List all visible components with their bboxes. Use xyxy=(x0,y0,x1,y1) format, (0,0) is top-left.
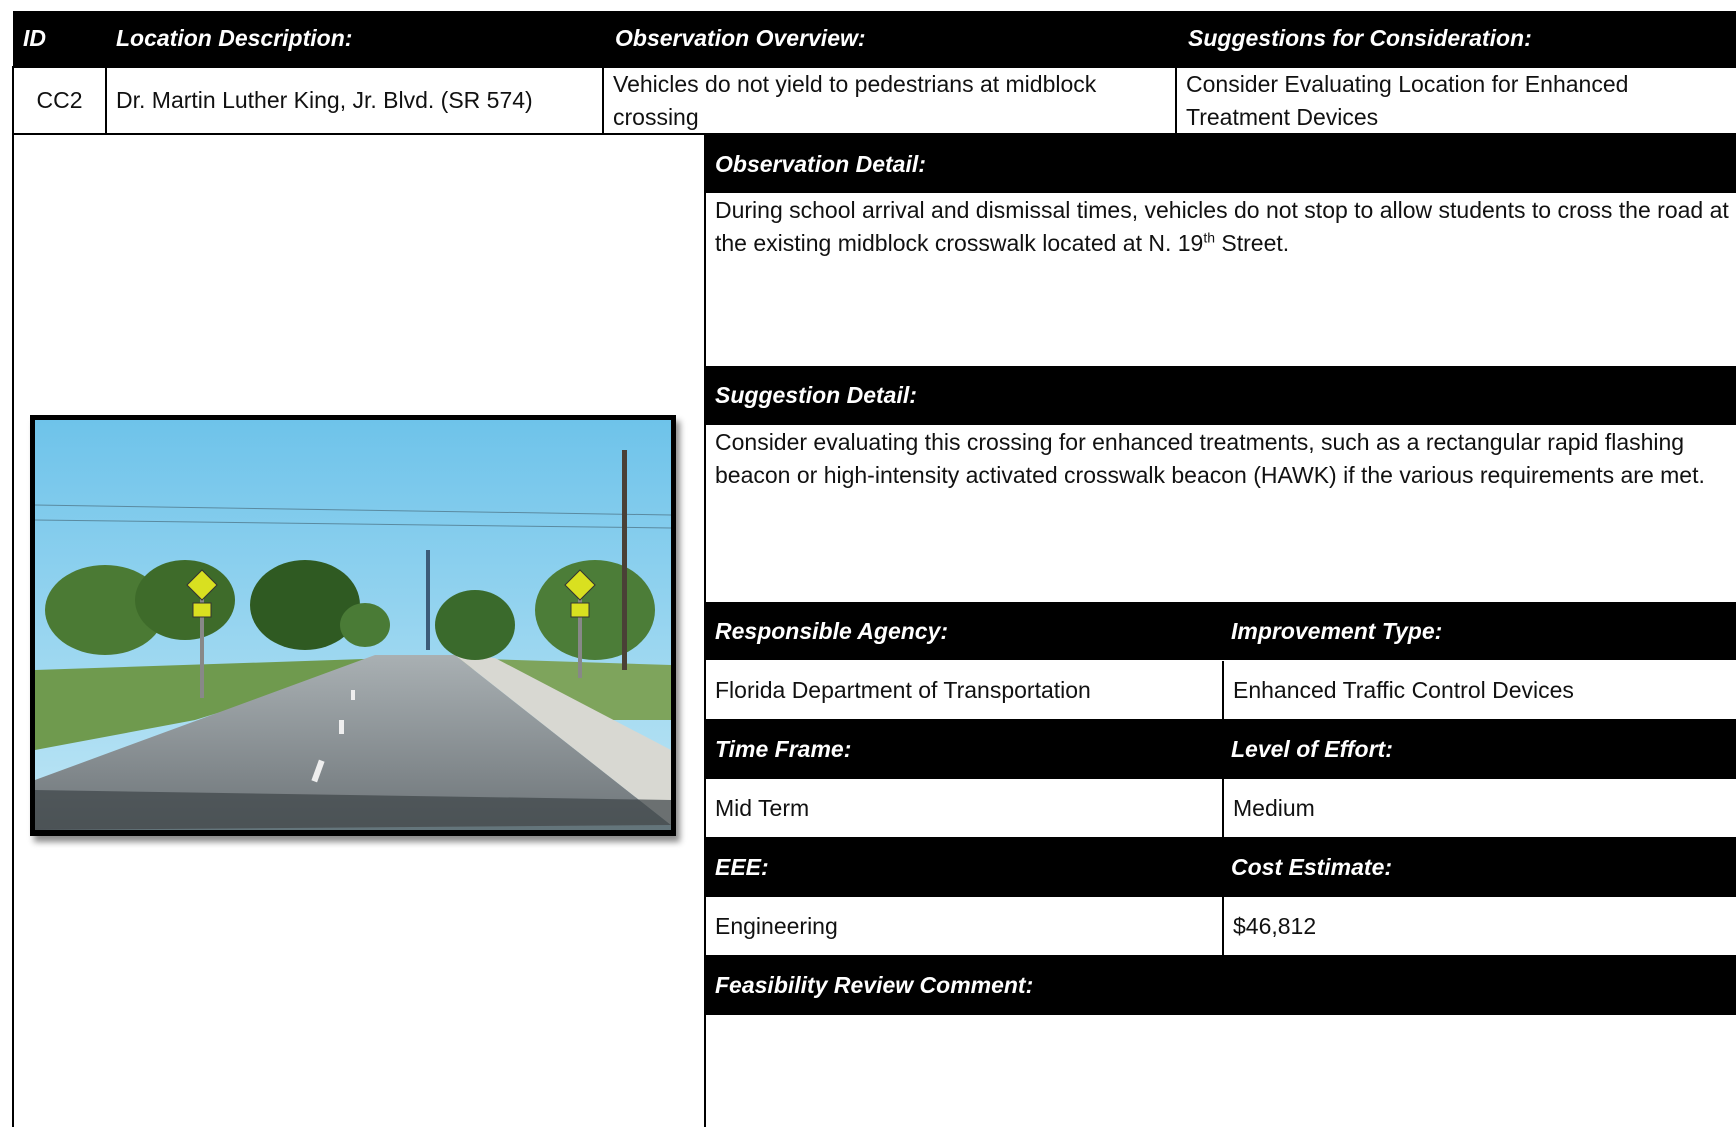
eee-header: EEE: xyxy=(706,837,1222,897)
time-frame-value: Mid Term xyxy=(715,794,810,821)
row-suggestion: Consider Evaluating Location for Enhance… xyxy=(1186,71,1629,130)
observation-detail-header: Observation Detail: xyxy=(706,135,1736,193)
header-suggestions: Suggestions for Consideration: xyxy=(1188,25,1532,51)
header-location: Location Description: xyxy=(116,25,353,51)
row-overview: Vehicles do not yield to pedestrians at … xyxy=(613,71,1097,130)
cell-divider xyxy=(1222,779,1224,837)
level-of-effort-value: Medium xyxy=(1233,794,1315,821)
header-overview: Observation Overview: xyxy=(615,25,866,51)
level-of-effort-header: Level of Effort: xyxy=(1222,719,1736,779)
row-location: Dr. Martin Luther King, Jr. Blvd. (SR 57… xyxy=(116,87,533,113)
cost-estimate-header: Cost Estimate: xyxy=(1222,837,1736,897)
feasibility-review-value xyxy=(706,1015,1736,1127)
cell-divider xyxy=(1222,897,1224,955)
cell-divider xyxy=(1222,661,1224,719)
responsible-agency-header: Responsible Agency: xyxy=(706,602,1222,660)
observation-detail-text: During school arrival and dismissal time… xyxy=(715,197,1729,256)
street-photo-illustration xyxy=(35,420,671,830)
time-frame-header: Time Frame: xyxy=(706,719,1222,779)
row-divider xyxy=(12,66,14,1127)
suggestion-detail-header: Suggestion Detail: xyxy=(706,366,1736,425)
responsible-agency-value: Florida Department of Transportation xyxy=(715,676,1091,703)
eee-value: Engineering xyxy=(715,912,838,939)
improvement-type-value: Enhanced Traffic Control Devices xyxy=(1233,676,1574,703)
row-id: CC2 xyxy=(36,87,83,113)
improvement-type-header: Improvement Type: xyxy=(1222,602,1736,660)
table-header: ID Location Description: Observation Ove… xyxy=(13,11,1736,66)
site-photo xyxy=(30,415,676,836)
feasibility-review-header: Feasibility Review Comment: xyxy=(706,955,1736,1015)
suggestion-detail-text: Consider evaluating this crossing for en… xyxy=(715,429,1705,488)
header-id: ID xyxy=(23,25,46,51)
cost-estimate-value: $46,812 xyxy=(1233,912,1317,939)
